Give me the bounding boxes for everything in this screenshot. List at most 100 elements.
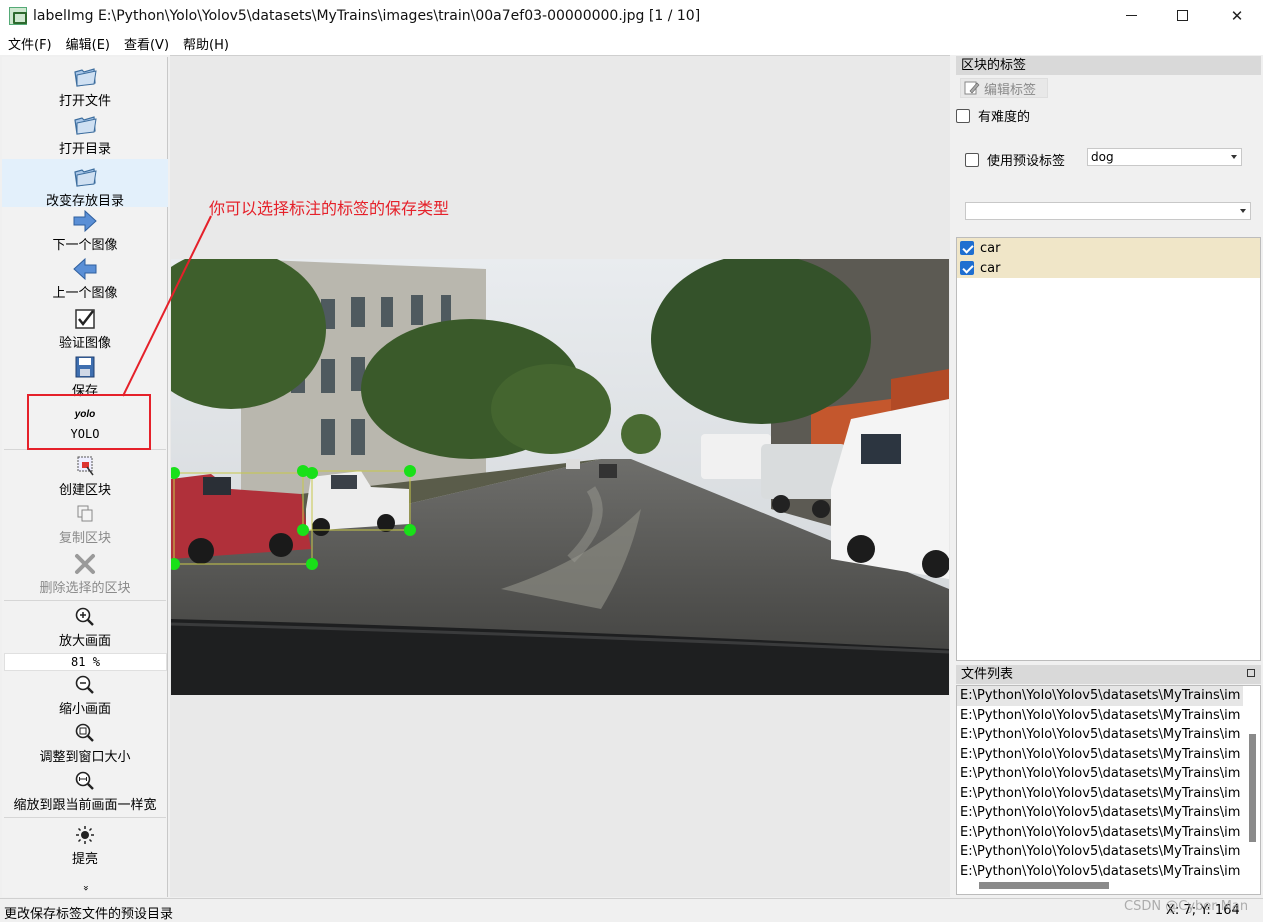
default-label-select[interactable]: dog [1087, 148, 1242, 166]
arrow-left-icon [72, 257, 98, 281]
fit-width-icon [72, 769, 98, 793]
labelimg-app-icon [9, 6, 27, 25]
delete-box-button[interactable]: 删除选择的区块 [2, 552, 168, 596]
prev-image-button[interactable]: 上一个图像 [2, 257, 168, 301]
duplicate-box-label: 复制区块 [58, 531, 111, 546]
verify-image-button[interactable]: 验证图像 [2, 307, 168, 351]
toolbar-separator [4, 817, 166, 818]
minimize-icon [1125, 15, 1137, 16]
float-dock-icon[interactable] [1247, 669, 1255, 677]
prev-image-label: 上一个图像 [52, 286, 118, 301]
minimize-button[interactable] [1108, 0, 1154, 31]
list-item[interactable]: E:\Python\Yolo\Yolov5\datasets\MyTrains\… [957, 745, 1243, 765]
file-list-dock-title: 文件列表 [956, 665, 1261, 684]
zoom-value-field[interactable]: 81 % [4, 653, 167, 671]
default-label-value: dog [1091, 150, 1114, 164]
list-item[interactable]: E:\Python\Yolo\Yolov5\datasets\MyTrains\… [957, 706, 1243, 726]
right-panel: 区块的标签 编辑标签 有难度的 使用预设标签 dog car car 文件列表 … [954, 55, 1263, 897]
file-list-title: 文件列表 [961, 667, 1014, 682]
next-image-label: 下一个图像 [52, 238, 118, 253]
floppy-disk-icon [72, 355, 98, 379]
zoom-in-icon [72, 605, 98, 629]
difficult-checkbox[interactable]: 有难度的 [956, 106, 1030, 125]
fit-window-icon [72, 721, 98, 745]
maximize-icon [1176, 10, 1188, 21]
status-bar: 更改保存标签文件的预设目录 X: 7; Y: 164 [0, 898, 1263, 922]
brightness-label: 提亮 [71, 852, 98, 867]
toolbar-more-button[interactable]: » [2, 883, 168, 893]
edit-label-text: 编辑标签 [984, 82, 1037, 98]
zoom-out-button[interactable]: 缩小画面 [2, 673, 168, 717]
next-image-button[interactable]: 下一个图像 [2, 209, 168, 253]
file-list-horizontal-scrollbar[interactable] [979, 882, 1109, 889]
list-item[interactable]: E:\Python\Yolo\Yolov5\datasets\MyTrains\… [957, 686, 1243, 706]
list-item[interactable]: E:\Python\Yolo\Yolov5\datasets\MyTrains\… [957, 784, 1243, 804]
checkbox-check-icon [72, 307, 98, 331]
list-item[interactable]: E:\Python\Yolo\Yolov5\datasets\MyTrains\… [957, 823, 1243, 843]
duplicate-box-button[interactable]: 复制区块 [2, 502, 168, 546]
create-box-label: 创建区块 [58, 483, 111, 498]
file-list-vertical-scrollbar[interactable] [1249, 734, 1256, 842]
folder-icon [72, 113, 98, 137]
close-button[interactable]: ✕ [1214, 0, 1260, 31]
zoom-out-icon [72, 673, 98, 697]
difficult-label: 有难度的 [978, 110, 1031, 125]
menu-bar: 文件(F) 编辑(E) 查看(V) 帮助(H) [0, 31, 1263, 55]
folder-icon [72, 65, 98, 89]
change-save-dir-label: 改变存放目录 [45, 194, 124, 209]
difficult-checkbox-box[interactable] [956, 108, 970, 123]
verify-image-label: 验证图像 [58, 336, 111, 351]
zoom-in-button[interactable]: 放大画面 [2, 605, 168, 649]
menu-view[interactable]: 查看(V) [116, 34, 175, 53]
label-checkbox[interactable] [960, 261, 974, 275]
image-canvas[interactable] [170, 55, 950, 897]
use-default-label-label: 使用预设标签 [987, 154, 1066, 169]
label-checkbox[interactable] [960, 241, 974, 255]
list-item[interactable]: E:\Python\Yolo\Yolov5\datasets\MyTrains\… [957, 862, 1243, 882]
save-button[interactable]: 保存 [2, 355, 168, 399]
annotation-highlight-box [27, 394, 151, 450]
use-default-label-checkbox[interactable]: 使用预设标签 [965, 150, 1065, 169]
file-list[interactable]: E:\Python\Yolo\Yolov5\datasets\MyTrains\… [956, 685, 1261, 895]
delete-x-icon [72, 552, 98, 576]
window-title: labelImg E:\Python\Yolo\Yolov5\datasets\… [33, 7, 701, 24]
arrow-right-icon [72, 209, 98, 233]
maximize-button[interactable] [1159, 0, 1205, 31]
label-list[interactable]: car car [956, 237, 1261, 661]
label-filter-select[interactable] [965, 202, 1251, 220]
fit-width-button[interactable]: 缩放到跟当前画面一样宽 [2, 769, 168, 813]
edit-icon [964, 81, 980, 95]
menu-edit[interactable]: 编辑(E) [58, 34, 116, 53]
copy-icon [72, 502, 98, 526]
use-default-label-checkbox-box[interactable] [965, 152, 979, 167]
create-box-button[interactable]: 创建区块 [2, 454, 168, 498]
csdn-watermark: CSDN @Cyber Man [1124, 899, 1249, 914]
open-dir-label: 打开目录 [58, 142, 111, 157]
label-name: car [980, 240, 1001, 256]
delete-box-label: 删除选择的区块 [39, 581, 131, 596]
create-box-icon [72, 454, 98, 478]
list-item[interactable]: E:\Python\Yolo\Yolov5\datasets\MyTrains\… [957, 803, 1243, 823]
fit-window-button[interactable]: 调整到窗口大小 [2, 721, 168, 765]
list-item[interactable]: car [957, 238, 1260, 258]
list-item[interactable]: E:\Python\Yolo\Yolov5\datasets\MyTrains\… [957, 725, 1243, 745]
zoom-in-label: 放大画面 [58, 634, 111, 649]
folder-icon [72, 165, 98, 189]
open-file-button[interactable]: 打开文件 [2, 65, 168, 109]
title-bar: labelImg E:\Python\Yolo\Yolov5\datasets\… [0, 0, 1263, 31]
list-item[interactable]: E:\Python\Yolo\Yolov5\datasets\MyTrains\… [957, 842, 1243, 862]
edit-label-button[interactable]: 编辑标签 [960, 78, 1048, 98]
street-photo [171, 259, 949, 695]
left-toolbar: 打开文件 打开目录 改变存放目录 下一个图像 上一个图像 验证图像 保存 yol… [2, 57, 168, 897]
menu-file[interactable]: 文件(F) [0, 34, 58, 53]
chevron-down-icon [1231, 155, 1237, 159]
brightness-button[interactable]: 提亮 [2, 823, 168, 867]
list-item[interactable]: E:\Python\Yolo\Yolov5\datasets\MyTrains\… [957, 764, 1243, 784]
list-item[interactable]: car [957, 258, 1260, 278]
toolbar-separator [4, 600, 166, 601]
menu-help[interactable]: 帮助(H) [175, 34, 235, 53]
change-save-dir-button[interactable]: 改变存放目录 [2, 159, 168, 209]
open-dir-button[interactable]: 打开目录 [2, 113, 168, 157]
box-labels-dock-title: 区块的标签 [956, 56, 1261, 75]
sun-icon [72, 823, 98, 847]
